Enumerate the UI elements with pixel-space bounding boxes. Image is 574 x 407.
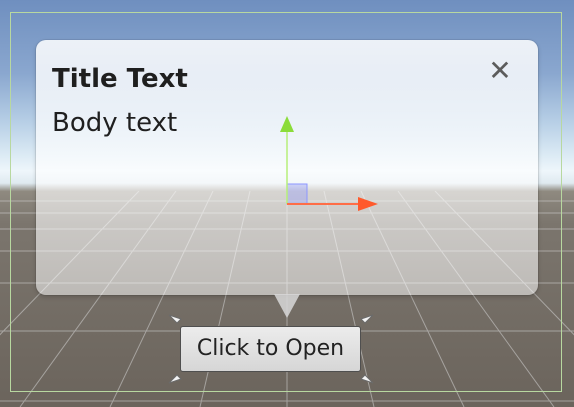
- resize-handle-icon[interactable]: [360, 314, 374, 328]
- open-button[interactable]: Click to Open: [180, 326, 361, 372]
- popup-pointer: [274, 294, 300, 318]
- popup-body: Body text: [52, 108, 178, 138]
- move-gizmo-icon[interactable]: [278, 110, 388, 220]
- resize-handle-icon[interactable]: [168, 370, 182, 384]
- resize-handle-icon[interactable]: [168, 314, 182, 328]
- close-icon[interactable]: ✕: [486, 57, 514, 85]
- popup-title: Title Text: [52, 64, 188, 94]
- resize-handle-icon[interactable]: [360, 370, 374, 384]
